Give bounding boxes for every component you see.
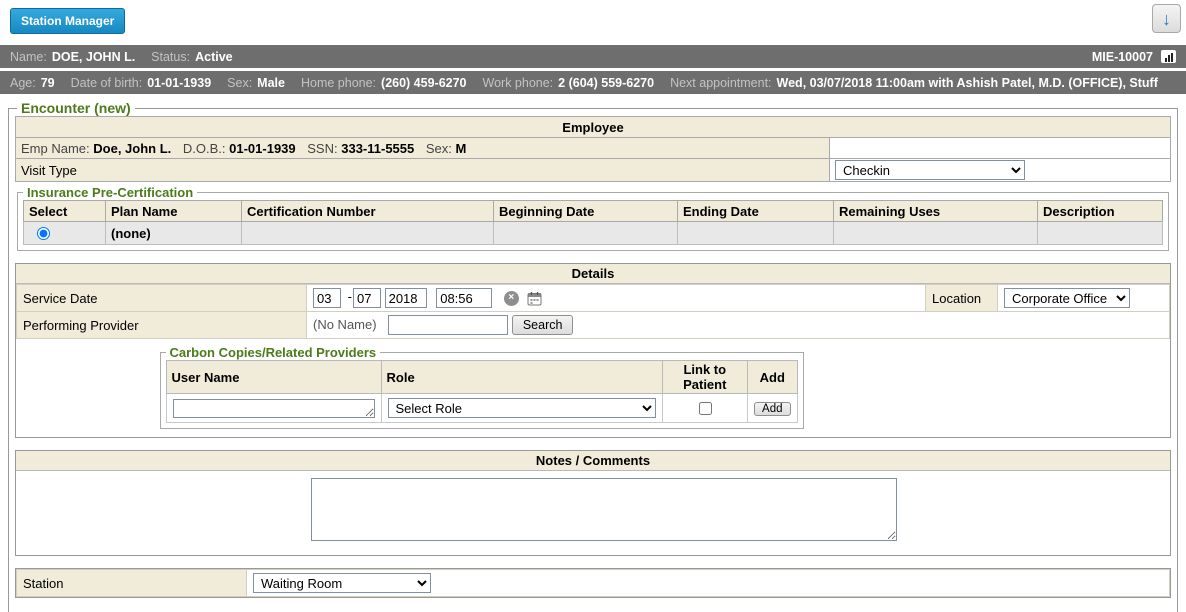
employee-table: Employee Emp Name: Doe, John L. D.O.B.: … (15, 116, 1171, 182)
service-date-label: Service Date (17, 285, 307, 312)
col-remaining-uses: Remaining Uses (834, 201, 1038, 222)
emp-ssn-label: SSN: (307, 141, 337, 156)
clear-date-icon[interactable]: × (504, 291, 519, 306)
emp-dob-value: 01-01-1939 (229, 141, 296, 156)
encounter-section: Encounter (new) Employee Emp Name: Doe, … (8, 100, 1178, 612)
station-section: Station Waiting Room (15, 568, 1171, 598)
visit-type-cell: Checkin (830, 159, 1171, 182)
carbon-copies-table: User Name Role Link to Patient Add Selec… (166, 360, 798, 423)
col-description: Description (1038, 201, 1163, 222)
sex-label: Sex: (227, 76, 252, 90)
notes-header: Notes / Comments (16, 451, 1170, 471)
col-role: Role (381, 361, 662, 394)
station-manager-button[interactable]: Station Manager (10, 8, 125, 34)
emp-sex-value: M (456, 141, 467, 156)
details-table: Service Date - × (16, 284, 1170, 437)
emp-name-value: Doe, John L. (93, 141, 171, 156)
emp-ssn-value: 333-11-5555 (341, 141, 414, 156)
station-select[interactable]: Waiting Room (253, 573, 431, 593)
carbon-copies-section: Carbon Copies/Related Providers User Nam… (160, 345, 804, 429)
patient-summary-bar: Name: DOE, JOHN L. Status: Active MIE-10… (0, 45, 1186, 68)
sex-value: Male (257, 76, 285, 90)
add-provider-button[interactable]: Add (754, 402, 790, 416)
station-cell: Waiting Room (247, 570, 1170, 597)
age-value: 79 (41, 76, 55, 90)
station-label: Station (17, 570, 247, 597)
notes-section: Notes / Comments (15, 450, 1171, 556)
service-date-year-input[interactable] (385, 288, 427, 308)
col-select: Select (24, 201, 106, 222)
emp-name-label: Emp Name: (21, 141, 90, 156)
link-to-patient-checkbox[interactable] (699, 402, 712, 415)
col-link-to-patient: Link to Patient (662, 361, 748, 394)
precert-select-radio[interactable] (37, 227, 50, 240)
employee-info: Emp Name: Doe, John L. D.O.B.: 01-01-193… (16, 138, 830, 159)
employee-info-spacer (830, 138, 1171, 159)
dob-label: Date of birth: (71, 76, 143, 90)
location-select[interactable]: Corporate Office (1004, 288, 1130, 308)
location-cell: Corporate Office (998, 285, 1170, 312)
encounter-legend: Encounter (new) (17, 100, 135, 116)
col-user-name: User Name (166, 361, 381, 394)
col-plan-name: Plan Name (106, 201, 242, 222)
home-phone-value: (260) 459-6270 (381, 76, 466, 90)
status-label: Status: (151, 50, 190, 64)
employee-header: Employee (16, 117, 1171, 138)
performing-provider-cell: (No Name) Search (307, 312, 1170, 339)
user-name-input[interactable] (173, 399, 375, 418)
visit-type-select[interactable]: Checkin (835, 160, 1025, 180)
provider-search-input[interactable] (388, 315, 508, 335)
patient-demographics-bar: Age: 79 Date of birth: 01-01-1939 Sex: M… (0, 71, 1186, 94)
col-beginning-date: Beginning Date (494, 201, 678, 222)
insurance-row: (none) (24, 222, 1163, 245)
provider-search-button[interactable]: Search (512, 315, 574, 335)
work-phone-value: 2 (604) 559-6270 (558, 76, 654, 90)
plan-name-value: (none) (111, 226, 151, 241)
station-table: Station Waiting Room (16, 569, 1170, 597)
home-phone-label: Home phone: (301, 76, 376, 90)
insurance-precert-table: Select Plan Name Certification Number Be… (23, 200, 1163, 245)
notes-body (16, 471, 1170, 555)
visit-type-label: Visit Type (16, 159, 830, 182)
carbon-copies-cell: Carbon Copies/Related Providers User Nam… (17, 339, 1170, 438)
emp-dob-label: D.O.B.: (183, 141, 226, 156)
insurance-precert-section: Insurance Pre-Certification Select Plan … (17, 185, 1169, 251)
bar-chart-icon[interactable] (1161, 50, 1176, 63)
col-certification-number: Certification Number (242, 201, 494, 222)
dob-value: 01-01-1939 (147, 76, 211, 90)
name-value: DOE, JOHN L. (52, 50, 135, 64)
download-arrow-icon: ↓ (1162, 10, 1171, 28)
role-select[interactable]: Select Role (388, 398, 656, 418)
service-time-input[interactable] (436, 288, 492, 308)
chart-id: MIE-10007 (1092, 50, 1153, 64)
emp-sex-label: Sex: (426, 141, 452, 156)
location-label: Location (926, 285, 998, 312)
name-label: Name: (10, 50, 47, 64)
notes-textarea[interactable] (311, 478, 897, 541)
details-section: Details Service Date - × (15, 263, 1171, 438)
details-header: Details (16, 264, 1170, 284)
work-phone-label: Work phone: (483, 76, 554, 90)
col-ending-date: Ending Date (678, 201, 834, 222)
next-appointment-value: Wed, 03/07/2018 11:00am with Ashish Pate… (777, 76, 1158, 90)
service-date-day-input[interactable] (353, 288, 381, 308)
provider-no-name-text: (No Name) (313, 317, 377, 332)
carbon-copies-legend: Carbon Copies/Related Providers (166, 345, 381, 360)
top-toolbar: Station Manager ↓ (0, 0, 1186, 45)
date-separator: - (348, 289, 352, 304)
next-appointment-label: Next appointment: (670, 76, 771, 90)
download-button[interactable]: ↓ (1152, 4, 1181, 33)
performing-provider-label: Performing Provider (17, 312, 307, 339)
calendar-icon[interactable] (527, 291, 542, 306)
service-date-month-input[interactable] (313, 288, 341, 308)
status-value: Active (195, 50, 233, 64)
age-label: Age: (10, 76, 36, 90)
col-add: Add (748, 361, 797, 394)
service-date-cell: - × (307, 285, 926, 312)
insurance-precert-legend: Insurance Pre-Certification (23, 185, 197, 200)
